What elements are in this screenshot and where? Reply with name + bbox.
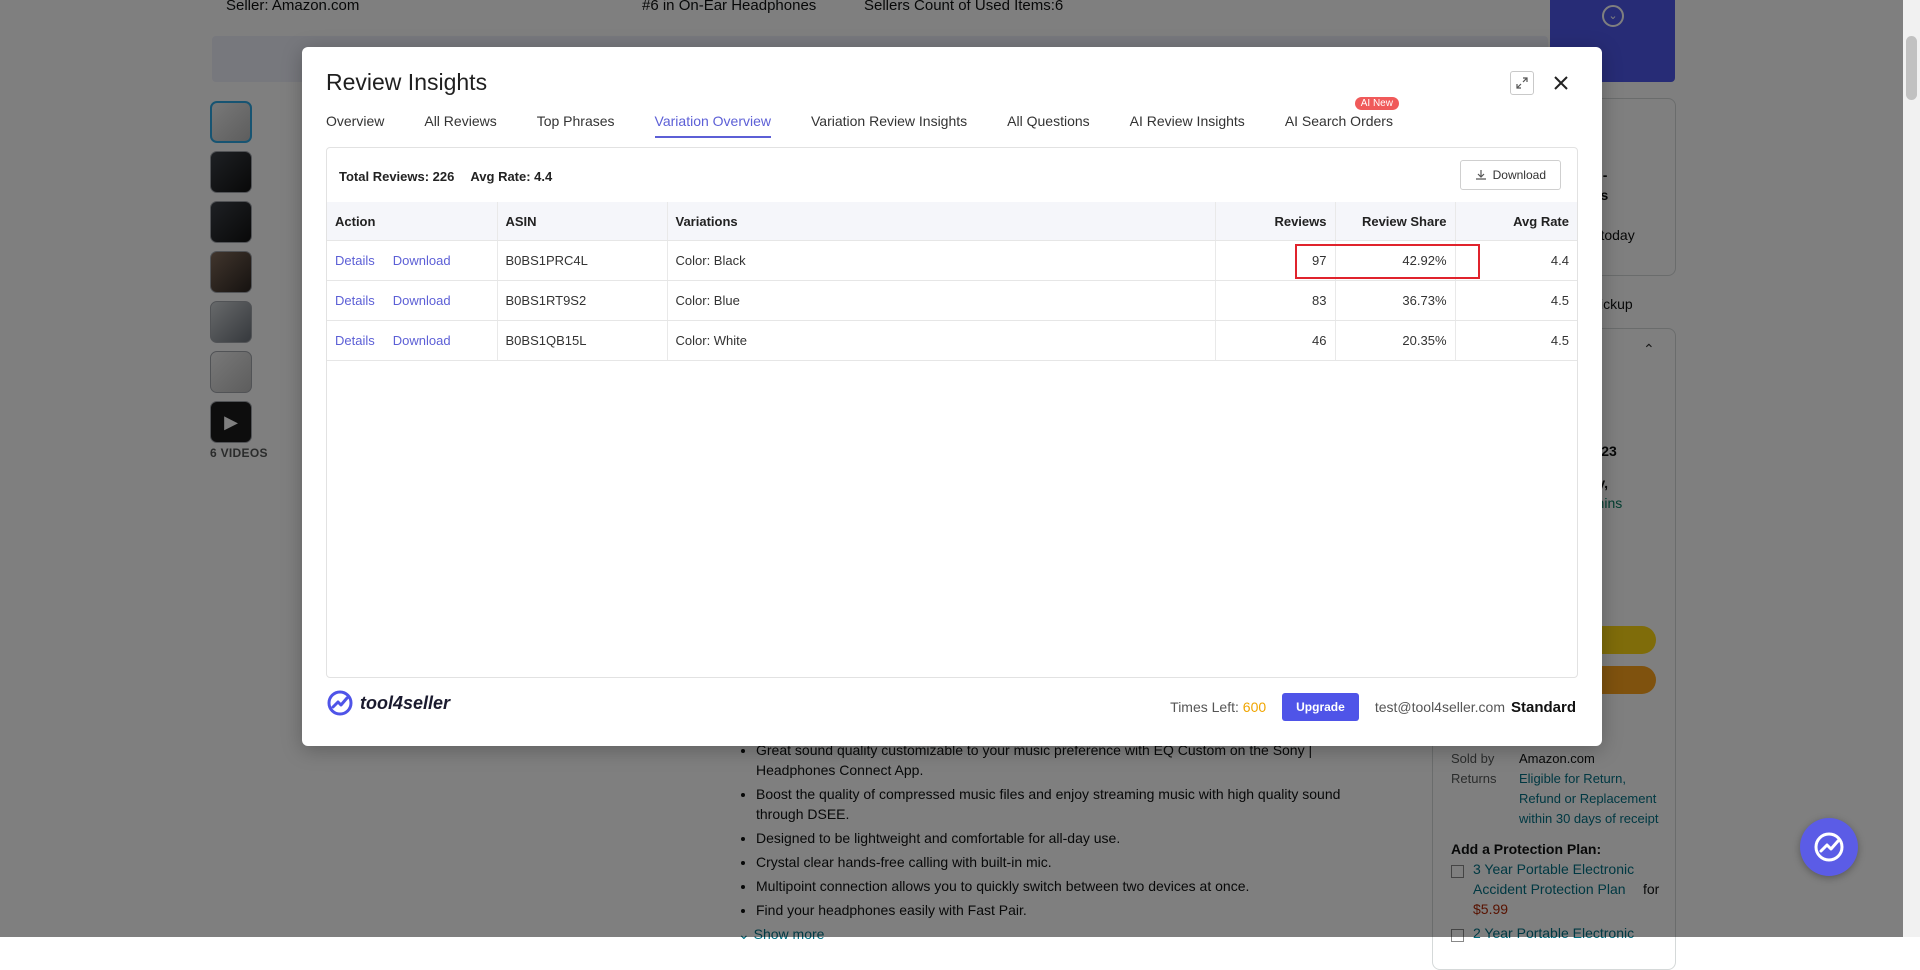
col-reviews: Reviews [1214,202,1335,241]
modal-controls [1510,71,1572,95]
tab-all-reviews[interactable]: All Reviews [424,109,496,138]
avg-cell: 4.5 [1454,320,1577,361]
reviews-cell: 83 [1214,280,1335,321]
ai-new-badge: AI New [1354,97,1399,110]
modal-footer: tool4seller Times Left: 600 Upgrade test… [326,687,1576,721]
details-link[interactable]: Details [335,253,375,268]
tab-all-questions[interactable]: All Questions [1007,109,1089,138]
tab-ai-search-orders[interactable]: AI Search Orders AI New [1284,97,1399,138]
action-cell: Details Download [327,240,497,281]
asin-cell: B0BS1QB15L [496,320,667,361]
expand-icon[interactable] [1510,71,1534,95]
tab-label: AI Search Orders [1284,113,1393,129]
plan-name: Standard [1510,698,1576,716]
tab-label: Overview [326,113,385,129]
col-review-share: Review Share [1334,202,1455,241]
tool4seller-logo-icon [327,690,353,716]
row-download-link[interactable]: Download [393,333,451,348]
download-button[interactable]: Download [1459,160,1561,190]
reviews-cell: 46 [1214,320,1335,361]
page-scrollbar[interactable] [1903,0,1920,937]
modal-title: Review Insights [326,69,488,95]
share-cell: 42.92% [1334,240,1455,281]
col-asin: ASIN [496,202,667,241]
review-insights-modal: Review Insights Overview All Reviews Top… [302,47,1602,746]
times-left-value: 600 [1242,699,1267,715]
summary-bar: Total Reviews: 226 Avg Rate: 4.4 [339,169,552,184]
close-icon[interactable] [1550,72,1572,94]
variation-cell: Color: Blue [666,280,1215,321]
total-reviews: Total Reviews: 226 [339,169,455,184]
action-cell: Details Download [327,320,497,361]
download-icon [1475,170,1486,180]
asin-cell: B0BS1RT9S2 [496,280,667,321]
modal-tabs: Overview All Reviews Top Phrases Variati… [326,97,1399,138]
tab-ai-review-insights[interactable]: AI Review Insights [1130,109,1245,138]
variations-table: Action ASIN Variations Reviews Review Sh… [327,202,1577,361]
tab-label: Top Phrases [536,113,615,129]
footer-account: Times Left: 600 Upgrade test@tool4seller… [1170,693,1576,721]
action-cell: Details Download [327,280,497,321]
avg-cell: 4.4 [1454,240,1577,281]
col-avg-rate: Avg Rate [1454,202,1577,241]
col-action: Action [327,202,497,241]
tab-top-phrases[interactable]: Top Phrases [537,109,615,138]
tool4seller-logo-icon [1814,832,1844,862]
tab-overview[interactable]: Overview [326,109,384,138]
row-download-link[interactable]: Download [393,253,451,268]
avg-cell: 4.5 [1454,280,1577,321]
times-left: Times Left: 600 [1170,699,1266,715]
tab-label: AI Review Insights [1129,113,1245,129]
details-link[interactable]: Details [335,333,375,348]
tab-variation-overview[interactable]: Variation Overview [654,109,772,138]
brand-logo: tool4seller [326,689,450,717]
tab-label: All Reviews [424,113,497,129]
times-left-label: Times Left: [1170,699,1239,715]
table-row: Details Download B0BS1QB15L Color: White … [327,320,1577,361]
download-label: Download [1492,168,1546,182]
tool4seller-fab[interactable] [1800,818,1858,876]
col-variations: Variations [666,202,1215,241]
share-cell: 36.73% [1334,280,1455,321]
table-row: Details Download B0BS1PRC4L Color: Black … [327,240,1577,281]
brand-name: tool4seller [360,692,451,713]
avg-rate: Avg Rate: 4.4 [470,169,553,184]
variation-overview-panel: Total Reviews: 226 Avg Rate: 4.4 Downloa… [326,147,1578,678]
account-email: test@tool4seller.com [1374,699,1505,715]
reviews-cell: 97 [1214,240,1335,281]
scrollbar-thumb[interactable] [1906,36,1917,100]
table-row: Details Download B0BS1RT9S2 Color: Blue 8… [327,280,1577,321]
tab-label: Variation Review Insights [811,113,968,129]
share-cell: 20.35% [1334,320,1455,361]
row-download-link[interactable]: Download [393,293,451,308]
asin-cell: B0BS1PRC4L [496,240,667,281]
tab-label: Variation Overview [654,113,771,129]
variation-cell: Color: Black [666,240,1215,281]
details-link[interactable]: Details [335,293,375,308]
table-header-row: Action ASIN Variations Reviews Review Sh… [327,202,1577,241]
tab-variation-review-insights[interactable]: Variation Review Insights [811,109,967,138]
variation-cell: Color: White [666,320,1215,361]
tab-label: All Questions [1007,113,1090,129]
upgrade-button[interactable]: Upgrade [1282,693,1359,721]
